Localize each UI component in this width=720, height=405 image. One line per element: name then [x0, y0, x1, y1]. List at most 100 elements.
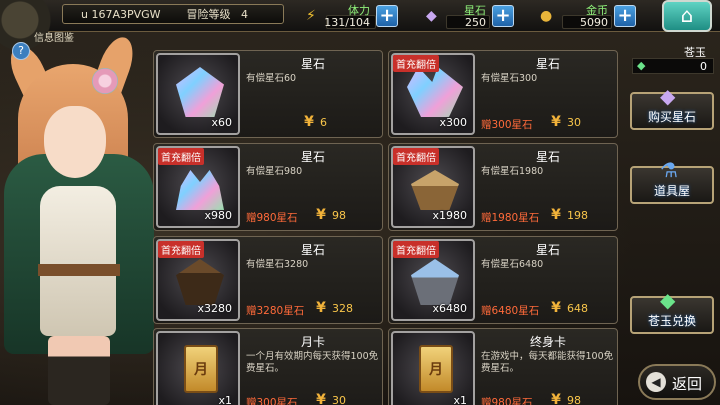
- item-title: 终身卡: [529, 335, 566, 349]
- item-price: 198: [567, 209, 588, 222]
- yuan-icon: ¥: [316, 392, 326, 405]
- item-title: 星石: [300, 243, 325, 257]
- shop-item-card[interactable]: x6480 首充翻倍 星石 有偿星石6480 赠6480星石 ¥648: [388, 236, 618, 324]
- item-title: 星石: [535, 243, 560, 257]
- item-quantity: x1980: [432, 209, 467, 222]
- first-charge-badge: 首充翻倍: [393, 241, 439, 258]
- home-button[interactable]: ⌂: [662, 0, 712, 32]
- shop-item-card[interactable]: x300 首充翻倍 星石 有偿星石300 赠300星石 ¥30: [388, 50, 618, 138]
- resource-coins: ● 金币 5090 +: [536, 2, 642, 30]
- item-thumbnail: 月 x1: [391, 331, 475, 405]
- first-charge-badge: 首充翻倍: [393, 55, 439, 72]
- bonus-text: 赠980星石: [481, 397, 533, 405]
- character-illustration: [0, 32, 170, 405]
- yuan-icon: ¥: [316, 300, 326, 316]
- item-title: 星石: [300, 57, 325, 71]
- shop-item-card[interactable]: x1980 首充翻倍 星石有偿星石1980 赠1980星石 ¥198: [388, 143, 618, 231]
- item-quantity: x1: [453, 394, 467, 405]
- first-charge-badge: 首充翻倍: [393, 148, 439, 165]
- item-shop-label: 道具屋: [653, 184, 690, 198]
- buy-gems-label: 购买星石: [647, 110, 696, 124]
- add-stamina-button[interactable]: +: [376, 5, 398, 27]
- character-legs: [48, 336, 110, 405]
- yuan-icon: ¥: [316, 207, 326, 223]
- crystal-icon: ◆: [660, 288, 676, 312]
- stamina-value: 131/104: [324, 16, 370, 29]
- home-icon: ⌂: [680, 3, 694, 27]
- item-description: 有偿星石6480: [481, 259, 544, 270]
- gem-bundle-icon: [407, 67, 463, 117]
- item-price: 30: [332, 394, 346, 405]
- shop-item-card[interactable]: x60 星石 有偿星石60 ¥6: [153, 50, 383, 138]
- shop-item-card[interactable]: x980 首充翻倍 星石 有偿星石980 赠980星石 ¥98: [153, 143, 383, 231]
- item-price: 98: [567, 394, 581, 405]
- bonus-text: 赠3280星石: [246, 305, 305, 317]
- gem-icon: ◆: [660, 84, 676, 108]
- item-price: 648: [567, 302, 588, 315]
- item-price: 30: [567, 116, 581, 129]
- item-quantity: x300: [439, 116, 467, 129]
- back-arrow-icon: ◀: [646, 372, 666, 392]
- player-info-panel: u 167A3PVGW 冒险等级 4: [62, 4, 284, 24]
- lightning-icon: ⚡: [306, 8, 316, 24]
- item-thumbnail: x1980 首充翻倍: [391, 146, 475, 228]
- item-shop-button[interactable]: ⚗ 道具屋: [630, 158, 714, 204]
- pass-glyph: 月: [194, 362, 208, 378]
- item-quantity: x3280: [197, 302, 232, 315]
- buy-gems-button[interactable]: ◆ 购买星石: [630, 84, 714, 130]
- yuan-icon: ¥: [551, 207, 561, 223]
- gem-bundle-icon: [176, 170, 224, 210]
- jade-exchange-button[interactable]: ◆ 苍玉兑换: [630, 288, 714, 334]
- yuan-icon: ¥: [304, 114, 314, 130]
- item-title: 星石: [535, 150, 560, 164]
- item-thumbnail: x980 首充翻倍: [156, 146, 240, 228]
- jade-panel: 苍玉 ◆ 0: [632, 44, 714, 76]
- item-description: 有偿星石3280: [246, 259, 309, 270]
- coin-icon: ●: [540, 8, 553, 24]
- item-title: 星石: [535, 57, 560, 71]
- gem-icon: ◆: [426, 8, 437, 24]
- item-description: 有偿星石1980: [481, 166, 544, 177]
- item-quantity: x980: [204, 209, 232, 222]
- info-guide-label[interactable]: 信息图鉴: [34, 29, 74, 44]
- item-quantity: x60: [211, 116, 232, 129]
- bonus-text: 赠980星石: [246, 212, 298, 224]
- item-price: 328: [332, 302, 353, 315]
- yuan-icon: ¥: [551, 392, 561, 405]
- item-title: 星石: [300, 150, 325, 164]
- gem-bundle-icon: [411, 259, 459, 305]
- shop-item-card[interactable]: 月 x1 月卡一个月有效期内每天获得100免费星石。赠300星石 ¥30: [153, 328, 383, 405]
- item-description: 一个月有效期内每天获得100免费星石。: [246, 351, 379, 374]
- level-display: 冒险等级 4: [187, 6, 249, 22]
- bonus-text: 赠300星石: [481, 119, 533, 131]
- bonus-text: 赠300星石: [246, 397, 298, 405]
- item-price: 98: [332, 209, 346, 222]
- pass-glyph: 月: [429, 362, 443, 378]
- character-belt: [38, 264, 120, 276]
- item-title: 月卡: [300, 335, 325, 349]
- item-quantity: x6480: [432, 302, 467, 315]
- bonus-text: 赠1980星石: [481, 212, 540, 224]
- item-thumbnail: x3280 首充翻倍: [156, 239, 240, 321]
- item-thumbnail: x60: [156, 53, 240, 135]
- item-thumbnail: x6480 首充翻倍: [391, 239, 475, 321]
- resource-stamina: ⚡ 体力 131/104 +: [300, 2, 404, 30]
- back-button[interactable]: ◀ 返回: [638, 364, 716, 400]
- item-price: 6: [320, 116, 327, 129]
- item-thumbnail: 月 x1: [156, 331, 240, 405]
- back-label: 返回: [672, 375, 703, 393]
- help-button[interactable]: ?: [12, 42, 30, 60]
- shop-item-card[interactable]: 月 x1 终身卡 在游戏中，每天都能获得100免费星石。 赠980星石 ¥98: [388, 328, 618, 405]
- coins-value: 5090: [580, 16, 608, 29]
- first-charge-badge: 首充翻倍: [158, 241, 204, 258]
- jade-value: 0: [700, 60, 707, 73]
- add-gems-button[interactable]: +: [492, 5, 514, 27]
- item-quantity: x1: [218, 394, 232, 405]
- potion-icon: ⚗: [660, 158, 678, 182]
- gem-bundle-icon: [411, 170, 459, 210]
- yuan-icon: ¥: [551, 300, 561, 316]
- first-charge-badge: 首充翻倍: [158, 148, 204, 165]
- character-dress: [40, 186, 116, 336]
- shop-item-card[interactable]: x3280 首充翻倍 星石有偿星石3280 赠3280星石 ¥328: [153, 236, 383, 324]
- add-coins-button[interactable]: +: [614, 5, 636, 27]
